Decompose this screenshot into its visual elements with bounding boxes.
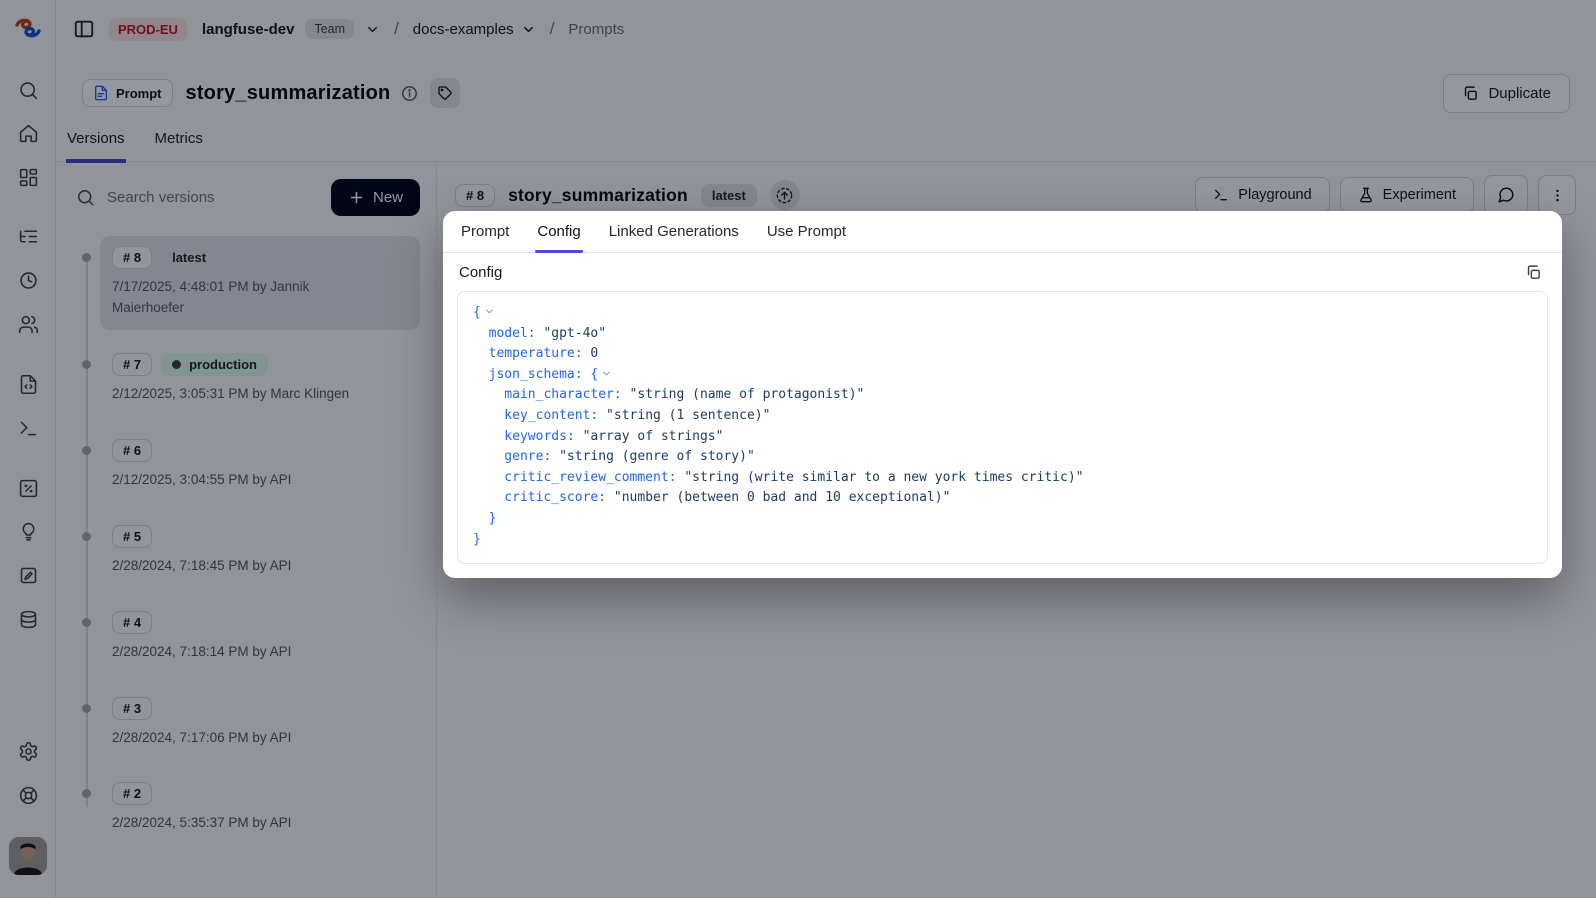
version-detail-card: Prompt Config Linked Generations Use Prompt… [443,211,1562,578]
json-key: critic_score: [473,490,606,505]
code-line: keywords: "array of strings" [473,427,1532,448]
json-value: "gpt-4o" [536,326,606,341]
config-section-title: Config [459,264,502,281]
json-key: model: [473,326,536,341]
json-value: "string (name of protagonist)" [622,387,865,402]
code-line: json_schema: { [473,365,1532,386]
json-key: json_schema: [473,367,583,382]
card-tab-config[interactable]: Config [537,211,580,252]
card-tab-use-prompt[interactable]: Use Prompt [767,211,846,252]
json-punctuation: } [473,511,496,526]
json-key: temperature: [473,346,583,361]
json-punctuation: { [473,305,481,320]
json-value: "string (1 sentence)" [598,408,770,423]
code-line: genre: "string (genre of story)" [473,447,1532,468]
json-value: "string (write similar to a new york tim… [677,470,1084,485]
json-key: keywords: [473,429,575,444]
code-line: temperature: 0 [473,344,1532,365]
code-line: critic_review_comment: "string (write si… [473,468,1532,489]
code-line: critic_score: "number (between 0 bad and… [473,488,1532,509]
code-line: main_character: "string (name of protago… [473,385,1532,406]
code-line: { [473,303,1532,324]
config-json-viewer: { model: "gpt-4o" temperature: 0 json_sc… [457,291,1548,564]
code-line: model: "gpt-4o" [473,324,1532,345]
json-value: "array of strings" [575,429,724,444]
collapse-chevron-icon[interactable] [481,303,495,324]
json-value: 0 [583,346,599,361]
json-value: "string (genre of story)" [551,449,755,464]
card-tabs: Prompt Config Linked Generations Use Prompt [443,211,1562,253]
copy-icon [1525,264,1542,281]
code-line: } [473,509,1532,530]
json-punctuation: { [583,367,599,382]
json-key: key_content: [473,408,598,423]
card-tab-linked-generations[interactable]: Linked Generations [609,211,739,252]
card-tab-prompt[interactable]: Prompt [461,211,509,252]
collapse-chevron-icon[interactable] [598,365,612,386]
json-punctuation: } [473,532,481,547]
copy-config-button[interactable] [1525,264,1542,281]
json-key: genre: [473,449,551,464]
json-key: main_character: [473,387,622,402]
json-value: "number (between 0 bad and 10 exceptiona… [606,490,950,505]
code-line: key_content: "string (1 sentence)" [473,406,1532,427]
code-line: } [473,530,1532,551]
json-key: critic_review_comment: [473,470,677,485]
